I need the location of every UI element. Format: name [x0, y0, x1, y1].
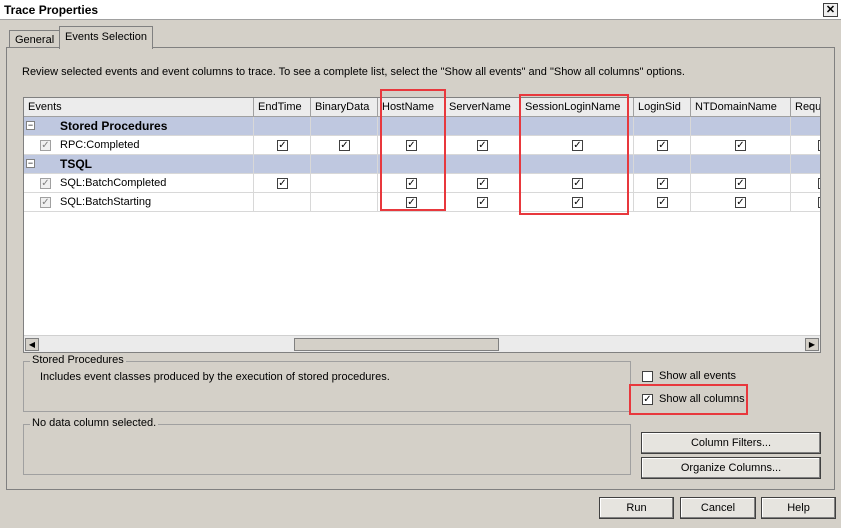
tab-events-selection[interactable]: Events Selection: [59, 26, 153, 49]
column-cell[interactable]: [691, 117, 791, 136]
column-header-ntdomainname[interactable]: NTDomainName: [691, 98, 791, 117]
sessionloginname-highlight: [519, 94, 629, 215]
close-icon[interactable]: ✕: [823, 3, 838, 17]
column-checkbox[interactable]: ✓: [657, 140, 668, 151]
column-cell[interactable]: [791, 117, 820, 136]
category-label: Stored Procedures: [60, 119, 168, 133]
scroll-left-icon[interactable]: ◀: [25, 338, 39, 351]
window-title: Trace Properties: [4, 3, 99, 17]
event-checkbox[interactable]: ✓: [40, 197, 51, 208]
column-header-servername[interactable]: ServerName: [445, 98, 521, 117]
column-checkbox[interactable]: ✓: [735, 140, 746, 151]
event-label: RPC:Completed: [60, 139, 140, 151]
show-all-events-checkbox[interactable]: [642, 371, 653, 382]
column-cell[interactable]: [634, 117, 691, 136]
column-cell[interactable]: [634, 155, 691, 174]
column-cell[interactable]: ✓: [254, 174, 311, 193]
column-cell[interactable]: [311, 155, 378, 174]
event-name-cell: − TSQL: [24, 155, 254, 174]
column-checkbox[interactable]: ✓: [818, 140, 820, 151]
column-checkbox[interactable]: ✓: [657, 178, 668, 189]
column-cell[interactable]: [445, 117, 521, 136]
column-cell[interactable]: ✓: [634, 136, 691, 155]
event-name-cell: ✓ SQL:BatchCompleted: [24, 174, 254, 193]
column-cell[interactable]: ✓: [691, 193, 791, 212]
column-cell[interactable]: [691, 155, 791, 174]
cancel-button[interactable]: Cancel: [680, 497, 756, 519]
column-checkbox[interactable]: ✓: [277, 140, 288, 151]
event-name-cell: ✓ SQL:BatchStarting: [24, 193, 254, 212]
column-filters-button[interactable]: Column Filters...: [641, 432, 821, 454]
column-header-events[interactable]: Events: [24, 98, 254, 117]
column-checkbox[interactable]: ✓: [477, 178, 488, 189]
description-title: Stored Procedures: [30, 354, 126, 366]
instructions-text: Review selected events and event columns…: [22, 66, 685, 78]
column-checkbox[interactable]: ✓: [277, 178, 288, 189]
column-cell[interactable]: [311, 117, 378, 136]
column-cell[interactable]: ✓: [445, 193, 521, 212]
column-cell[interactable]: ✓: [691, 136, 791, 155]
show-all-columns-highlight: [629, 384, 748, 415]
category-label: TSQL: [60, 157, 92, 171]
show-all-events-label[interactable]: Show all events: [659, 370, 736, 382]
column-description-title: No data column selected.: [30, 417, 159, 429]
column-header-endtime[interactable]: EndTime: [254, 98, 311, 117]
collapse-icon[interactable]: −: [26, 159, 35, 168]
column-cell[interactable]: ✓: [445, 174, 521, 193]
column-checkbox[interactable]: ✓: [339, 140, 350, 151]
column-checkbox[interactable]: ✓: [818, 178, 820, 189]
column-checkbox[interactable]: ✓: [477, 140, 488, 151]
title-bar: Trace Properties ✕: [0, 0, 841, 20]
column-cell[interactable]: ✓: [791, 136, 820, 155]
column-cell[interactable]: ✓: [634, 174, 691, 193]
help-button[interactable]: Help: [761, 497, 836, 519]
column-cell[interactable]: [445, 155, 521, 174]
column-header-requ[interactable]: Requ: [791, 98, 820, 117]
column-checkbox[interactable]: ✓: [818, 197, 820, 208]
column-checkbox[interactable]: ✓: [477, 197, 488, 208]
organize-columns-button[interactable]: Organize Columns...: [641, 457, 821, 479]
horizontal-scrollbar[interactable]: ◀ ▶: [24, 335, 820, 352]
collapse-icon[interactable]: −: [26, 121, 35, 130]
column-header-loginsid[interactable]: LoginSid: [634, 98, 691, 117]
scroll-right-icon[interactable]: ▶: [805, 338, 819, 351]
column-cell[interactable]: ✓: [311, 136, 378, 155]
event-checkbox[interactable]: ✓: [40, 140, 51, 151]
column-checkbox[interactable]: ✓: [657, 197, 668, 208]
column-cell[interactable]: ✓: [691, 174, 791, 193]
column-cell[interactable]: [254, 117, 311, 136]
column-header-binarydata[interactable]: BinaryData: [311, 98, 378, 117]
column-description-box: No data column selected.: [23, 417, 631, 475]
event-label: SQL:BatchCompleted: [60, 177, 167, 189]
column-cell[interactable]: [311, 193, 378, 212]
description-text: Includes event classes produced by the e…: [40, 371, 390, 383]
column-cell[interactable]: [254, 193, 311, 212]
column-cell[interactable]: ✓: [445, 136, 521, 155]
column-cell[interactable]: [311, 174, 378, 193]
column-checkbox[interactable]: ✓: [735, 178, 746, 189]
column-cell[interactable]: ✓: [254, 136, 311, 155]
event-name-cell: − Stored Procedures: [24, 117, 254, 136]
column-cell[interactable]: ✓: [634, 193, 691, 212]
event-checkbox[interactable]: ✓: [40, 178, 51, 189]
event-label: SQL:BatchStarting: [60, 196, 152, 208]
run-button[interactable]: Run: [599, 497, 674, 519]
event-name-cell: ✓ RPC:Completed: [24, 136, 254, 155]
column-cell[interactable]: [254, 155, 311, 174]
event-description-box: Stored Procedures Includes event classes…: [23, 354, 631, 412]
hostname-highlight: [380, 89, 446, 211]
column-checkbox[interactable]: ✓: [735, 197, 746, 208]
scroll-thumb[interactable]: [294, 338, 499, 351]
column-cell[interactable]: ✓: [791, 174, 820, 193]
column-cell[interactable]: [791, 155, 820, 174]
column-cell[interactable]: ✓: [791, 193, 820, 212]
